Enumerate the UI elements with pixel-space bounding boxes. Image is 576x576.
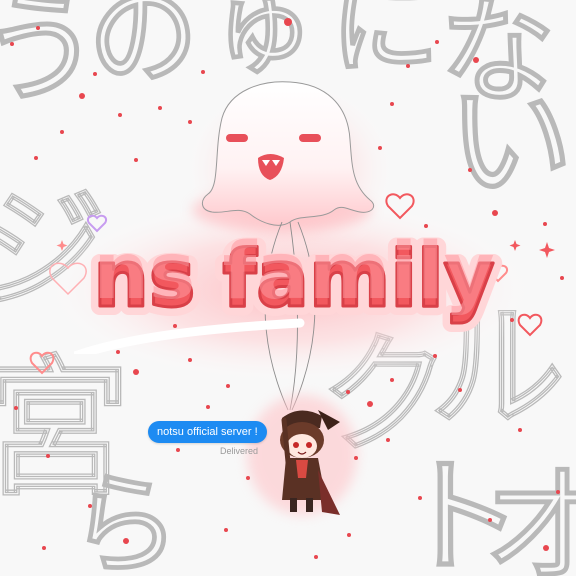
message-bubble: notsu official server ! <box>148 421 267 443</box>
chibi-character-icon <box>247 395 357 515</box>
message-status: Delivered <box>220 446 259 456</box>
logo-title-highlight: ns family <box>93 227 494 317</box>
logo-title: ns family ns family ns family <box>74 226 504 354</box>
poster: う の ゅ に な い ジ 宮 ク ル ト ら 才 ns family ns f… <box>0 0 576 576</box>
logo-swoosh <box>74 318 305 354</box>
